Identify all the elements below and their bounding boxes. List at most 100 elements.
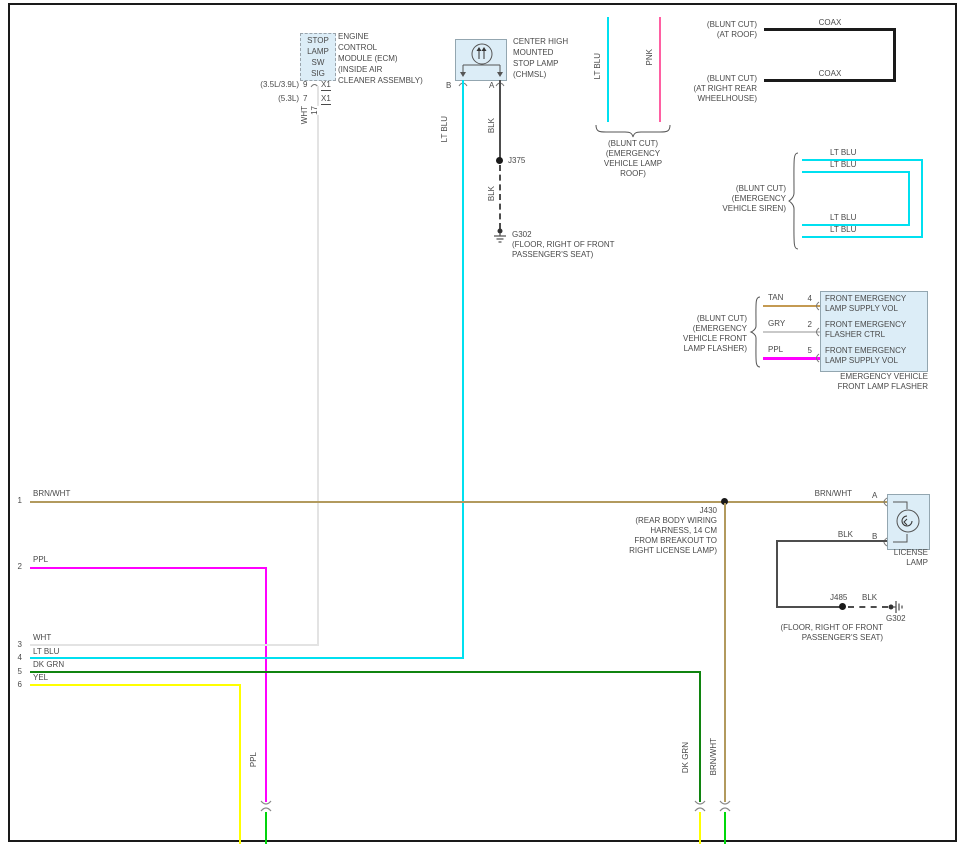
bulb-icon bbox=[455, 39, 505, 79]
wire-label-pnk-roof: PNK bbox=[645, 49, 654, 65]
wire-pnk-roof bbox=[659, 17, 661, 122]
wire-dkgrn-main bbox=[30, 671, 701, 673]
flasher-pin-4: 4 bbox=[798, 294, 812, 304]
wire-ppl-vertical bbox=[265, 567, 267, 802]
wire-blk-license-h2 bbox=[776, 606, 842, 608]
wire-ltblu-main bbox=[30, 657, 464, 659]
wire-number-2: 2 bbox=[14, 562, 22, 572]
brace-icon bbox=[594, 125, 672, 137]
license-pin-a: A bbox=[872, 491, 877, 501]
wire-label-yel-left: YEL bbox=[33, 673, 48, 683]
license-ground-description: (FLOOR, RIGHT OF FRONTPASSENGER'S SEAT) bbox=[733, 623, 883, 643]
ecm-description: ENGINECONTROL MODULE (ECM)(INSIDE AIR CL… bbox=[338, 31, 423, 86]
wire-label-ppl: PPL bbox=[768, 345, 783, 355]
flasher-fn-3: FRONT EMERGENCYLAMP SUPPLY VOL bbox=[825, 346, 906, 366]
wire-yel-vertical bbox=[239, 684, 241, 844]
wire-gry bbox=[763, 331, 820, 333]
wire-ppl-main bbox=[30, 567, 266, 569]
flasher-fn-2: FRONT EMERGENCYFLASHER CTRL bbox=[825, 320, 906, 340]
ground-icon bbox=[888, 600, 904, 614]
wire-ltblu-vertical bbox=[462, 80, 464, 659]
license-lamp-name: LICENSELAMP bbox=[858, 548, 928, 568]
pin-connector-icon bbox=[879, 537, 888, 547]
ground-label-g302: G302 bbox=[512, 230, 532, 240]
wire-siren-2 bbox=[802, 171, 910, 173]
ground-icon bbox=[493, 228, 507, 244]
wire-label-dkgrn-bottom: DK GRN bbox=[681, 742, 690, 773]
wire-ltblu-roof bbox=[607, 17, 609, 122]
flasher-note: (BLUNT CUT)(EMERGENCY VEHICLE FRONTLAMP … bbox=[650, 314, 747, 354]
wire-number-3: 3 bbox=[14, 640, 22, 650]
wire-blk-vertical bbox=[499, 80, 501, 160]
wire-yel-main bbox=[30, 684, 241, 686]
coax-bottom-label: COAX bbox=[800, 69, 860, 79]
wire-ppl-flasher bbox=[763, 357, 820, 360]
wire-blk-license-v bbox=[776, 540, 778, 608]
pin-connector-icon bbox=[813, 327, 820, 337]
wire-label-ltblu-roof: LT BLU bbox=[593, 53, 602, 79]
wire-siren-4 bbox=[802, 236, 923, 238]
wire-number-1: 1 bbox=[14, 496, 22, 506]
siren-wire-label-4: LT BLU bbox=[830, 225, 856, 235]
wire-label-brnwht-right: BRN/WHT bbox=[790, 489, 852, 499]
ecm-pin-box: STOPLAMP SWSIG bbox=[300, 33, 336, 81]
pin-connector-icon bbox=[813, 353, 820, 363]
wire-number-5: 5 bbox=[14, 667, 22, 677]
wire-blk-dashed-h bbox=[848, 606, 888, 608]
ecm-pin-number-2: 7 bbox=[303, 94, 307, 104]
wire-brnwht-main bbox=[30, 501, 887, 503]
wire-number-6: 6 bbox=[14, 680, 22, 690]
siren-note: (BLUNT CUT)(EMERGENCYVEHICLE SIREN) bbox=[690, 184, 786, 214]
wiring-diagram: STOPLAMP SWSIG ENGINECONTROL MODULE (ECM… bbox=[0, 0, 965, 844]
splice-label-j485: J485 bbox=[830, 593, 847, 603]
splice-dot-j485 bbox=[839, 603, 846, 610]
wire-label-ltblu: LT BLU bbox=[440, 116, 449, 142]
wire-wht-main bbox=[30, 644, 319, 646]
wire-label-blk-lower: BLK bbox=[487, 186, 496, 201]
ecm-pin-number-1: 9 bbox=[303, 80, 307, 90]
wire-circuit-17: 17 bbox=[310, 106, 319, 115]
ecm-engine-variant-1: (3.5L/3.9L) bbox=[237, 80, 299, 90]
wire-coax-bottom bbox=[764, 79, 896, 82]
wire-label-wht-left: WHT bbox=[33, 633, 51, 643]
ecm-pin-box-label: STOPLAMP SWSIG bbox=[301, 35, 335, 79]
wire-label-blk-license: BLK bbox=[791, 530, 853, 540]
flasher-pin-5: 5 bbox=[798, 346, 812, 356]
roof-cut-note: (BLUNT CUT)(EMERGENCY VEHICLE LAMPROOF) bbox=[583, 139, 683, 179]
wire-number-4: 4 bbox=[14, 653, 22, 663]
wire-label-ppl-left: PPL bbox=[33, 555, 48, 565]
ecm-connector-1: X1 bbox=[321, 80, 331, 91]
pin-connector-icon bbox=[813, 301, 820, 311]
flasher-pin-2: 2 bbox=[798, 320, 812, 330]
pin-connector-icon bbox=[879, 497, 888, 507]
siren-wire-label-3: LT BLU bbox=[830, 213, 856, 223]
wire-wht-vertical bbox=[317, 86, 319, 646]
splice-label-j375: J375 bbox=[508, 156, 525, 166]
wire-grn-below-brnwht bbox=[724, 812, 726, 844]
chmsl-pin-a: A bbox=[489, 81, 494, 91]
coax-top-label: COAX bbox=[800, 18, 860, 28]
wire-label-blk-upper: BLK bbox=[487, 118, 496, 133]
wire-blk-dashed bbox=[499, 165, 501, 229]
wire-blk-license-h bbox=[777, 540, 887, 542]
wire-tan bbox=[763, 305, 820, 307]
flasher-fn-1: FRONT EMERGENCYLAMP SUPPLY VOL bbox=[825, 294, 906, 314]
diagram-border bbox=[8, 3, 957, 842]
inline-connector-icon bbox=[719, 800, 731, 812]
wire-label-brnwht-bottom: BRN/WHT bbox=[709, 738, 718, 775]
wire-label-wht: WHT bbox=[300, 106, 309, 124]
wire-label-blk-j485: BLK bbox=[862, 593, 877, 603]
bulb-icon bbox=[887, 494, 928, 548]
wire-label-dkgrn-left: DK GRN bbox=[33, 660, 64, 670]
wire-label-ppl-bottom: PPL bbox=[249, 752, 258, 767]
ground-label-g302-license: G302 bbox=[886, 614, 906, 624]
splice-dot-j375 bbox=[496, 157, 503, 164]
wire-label-tan: TAN bbox=[768, 293, 783, 303]
brace-icon bbox=[788, 152, 798, 250]
j430-note: (REAR BODY WIRINGHARNESS, 14 CM FROM BRE… bbox=[597, 516, 717, 556]
wire-label-ltblu-left: LT BLU bbox=[33, 647, 59, 657]
flasher-name: EMERGENCY VEHICLEFRONT LAMP FLASHER bbox=[788, 372, 928, 392]
siren-wire-label-2: LT BLU bbox=[830, 160, 856, 170]
wire-siren-1 bbox=[802, 159, 923, 161]
wire-brnwht-vertical bbox=[724, 503, 726, 802]
